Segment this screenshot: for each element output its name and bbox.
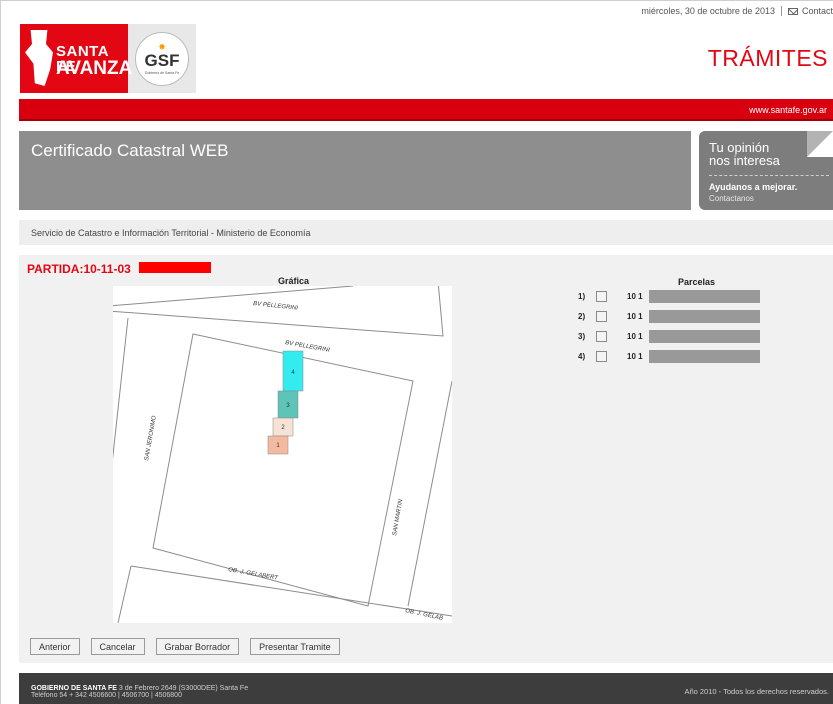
parcel-number: 3) — [578, 332, 586, 341]
opinion-title: Tu opinión nos interesa — [709, 141, 780, 167]
grafica-label: Gráfica — [278, 276, 310, 286]
partida-label: PARTIDA:10-11-03 — [27, 262, 131, 276]
contact-label: Contact — [801, 6, 833, 16]
date-text: miércoles, 30 de octubre de 2013 — [641, 6, 775, 16]
parcel-number: 4) — [578, 352, 586, 361]
footer-org: GOBIERNO DE SANTA FE — [31, 685, 117, 692]
dashed-divider — [709, 175, 829, 176]
province-map-icon — [25, 30, 53, 86]
tramites-heading[interactable]: TRÁMITES — [708, 45, 828, 72]
main-content: PARTIDA:10-11-03 Gráfica 4 3 2 1 BV PELL… — [19, 255, 833, 663]
red-banner: www.santafe.gov.ar — [19, 99, 833, 121]
redaction-bar — [139, 262, 211, 273]
parcel-code: 10 1 — [627, 312, 643, 321]
parcel-checkbox[interactable] — [596, 351, 607, 362]
opinion-line2: nos interesa — [709, 153, 780, 168]
footer-street: 3 de Febrero 2649 (S3000DEE) Santa Fe — [116, 685, 249, 692]
parcel-code: 10 1 — [627, 332, 643, 341]
anterior-button[interactable]: Anterior — [30, 638, 80, 655]
parcel-row: 2) 10 1 — [578, 310, 760, 323]
grabar-borrador-button[interactable]: Grabar Borrador — [155, 638, 240, 655]
cadastral-map[interactable]: 4 3 2 1 BV PELLEGRINI BV PELLEGRINI SAN … — [113, 286, 452, 623]
opinion-box[interactable]: Tu opinión nos interesa Ayudanos a mejor… — [699, 131, 833, 210]
logo-line2: AVANZA — [56, 58, 133, 79]
footer: GOBIERNO DE SANTA FE 3 de Febrero 2649 (… — [19, 673, 833, 704]
redaction-bar — [649, 290, 760, 303]
parcel-number: 2) — [578, 312, 586, 321]
cancelar-button[interactable]: Cancelar — [90, 638, 145, 655]
gsf-badge: ✸ GSF Gobierno de Santa Fe — [135, 31, 189, 86]
south-block-edge — [130, 565, 452, 617]
santa-fe-avanza-logo: SANTA FE AVANZA — [20, 24, 132, 93]
redaction-bar — [649, 330, 760, 343]
street-label-gelabert: OB. J. GELABERT — [228, 567, 280, 582]
street-label-san-jeronimo: SAN JERONIMO — [144, 415, 158, 461]
page-title: Certificado Catastral WEB — [31, 141, 229, 160]
form-actions: Anterior Cancelar Grabar Borrador Presen… — [30, 638, 340, 655]
contact-link[interactable]: Contact — [787, 6, 833, 16]
parcel-code: 10 1 — [627, 292, 643, 301]
gsf-text: GSF — [144, 50, 180, 70]
west-block-edge — [113, 317, 129, 460]
gsf-logo: ✸ GSF Gobierno de Santa Fe — [128, 24, 196, 93]
parcel-number: 1) — [578, 292, 586, 301]
street-label-pellegrini-top: BV PELLEGRINI — [253, 301, 299, 312]
parcel-checkbox[interactable] — [596, 311, 607, 322]
street-label-gelabert-2: OB. J. GELAB — [405, 608, 444, 622]
footer-phone: Teléfono 54 + 342 4506600 | 4506700 | 45… — [31, 692, 182, 699]
separator — [780, 6, 782, 16]
top-bar: miércoles, 30 de octubre de 2013 Contact — [641, 0, 833, 22]
footer-rights: Año 2010 - Todos los derechos reservados… — [684, 687, 829, 696]
parcelas-label: Parcelas — [678, 277, 716, 287]
contact-us-link[interactable]: Contactanos — [709, 194, 754, 203]
east-block-edge — [407, 380, 452, 607]
south-block-west — [117, 565, 132, 623]
redaction-bar — [649, 350, 760, 363]
presentar-tramite-button[interactable]: Presentar Tramite — [250, 638, 340, 655]
opinion-cta: Ayudanos a mejorar. — [709, 182, 798, 192]
parcel-checkbox[interactable] — [596, 331, 607, 342]
parcel-code: 10 1 — [627, 352, 643, 361]
ministry-breadcrumb: Servicio de Catastro e Información Terri… — [19, 220, 833, 245]
logo[interactable]: SANTA FE AVANZA ✸ GSF Gobierno de Santa … — [20, 24, 196, 93]
parcel-checkbox[interactable] — [596, 291, 607, 302]
mail-icon — [787, 7, 798, 15]
page-fold-corner — [807, 131, 833, 157]
footer-address: GOBIERNO DE SANTA FE 3 de Febrero 2649 (… — [31, 685, 248, 699]
title-bar: Certificado Catastral WEB — [19, 131, 691, 210]
map-svg: 4 3 2 1 BV PELLEGRINI BV PELLEGRINI SAN … — [113, 286, 452, 623]
parcel-row: 3) 10 1 — [578, 330, 760, 343]
redaction-bar — [649, 310, 760, 323]
site-url[interactable]: www.santafe.gov.ar — [749, 105, 827, 115]
street-label-san-martin: SAN MARTIN — [392, 498, 404, 536]
street-edge — [113, 286, 354, 307]
block-north-edge — [113, 286, 444, 337]
parcel-row: 1) 10 1 — [578, 290, 760, 303]
gsf-subtitle: Gobierno de Santa Fe — [144, 70, 180, 75]
parcel-row: 4) 10 1 — [578, 350, 760, 363]
